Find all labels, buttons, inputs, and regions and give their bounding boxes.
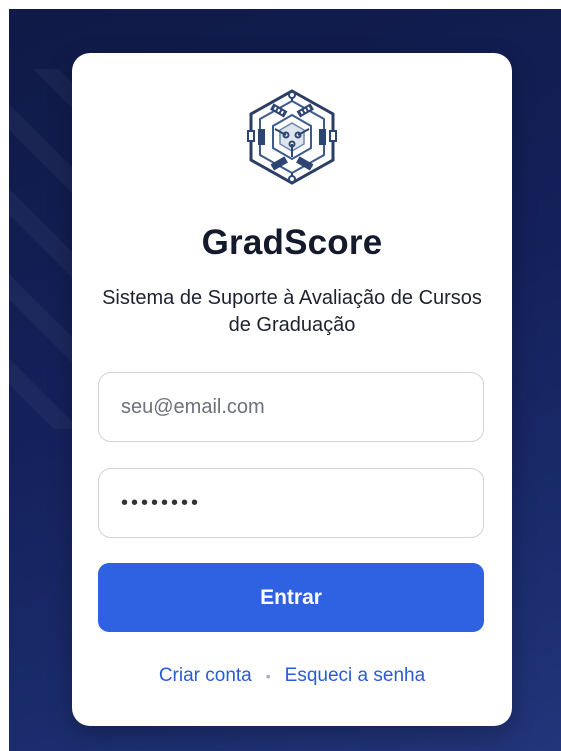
login-card: GradScore Sistema de Suporte à Avaliação… (72, 53, 512, 726)
email-input[interactable] (98, 372, 484, 442)
app-subtitle: Sistema de Suporte à Avaliação de Cursos… (102, 287, 482, 336)
create-account-link[interactable]: Criar conta (159, 665, 252, 686)
app-title: GradScore (201, 223, 383, 262)
password-input[interactable] (98, 468, 484, 538)
auth-links: Criar conta • Esqueci a senha (72, 665, 512, 687)
login-button[interactable]: Entrar (98, 563, 484, 632)
link-separator: • (265, 667, 271, 684)
forgot-password-link[interactable]: Esqueci a senha (285, 665, 426, 686)
gradscore-logo-icon (247, 89, 337, 185)
